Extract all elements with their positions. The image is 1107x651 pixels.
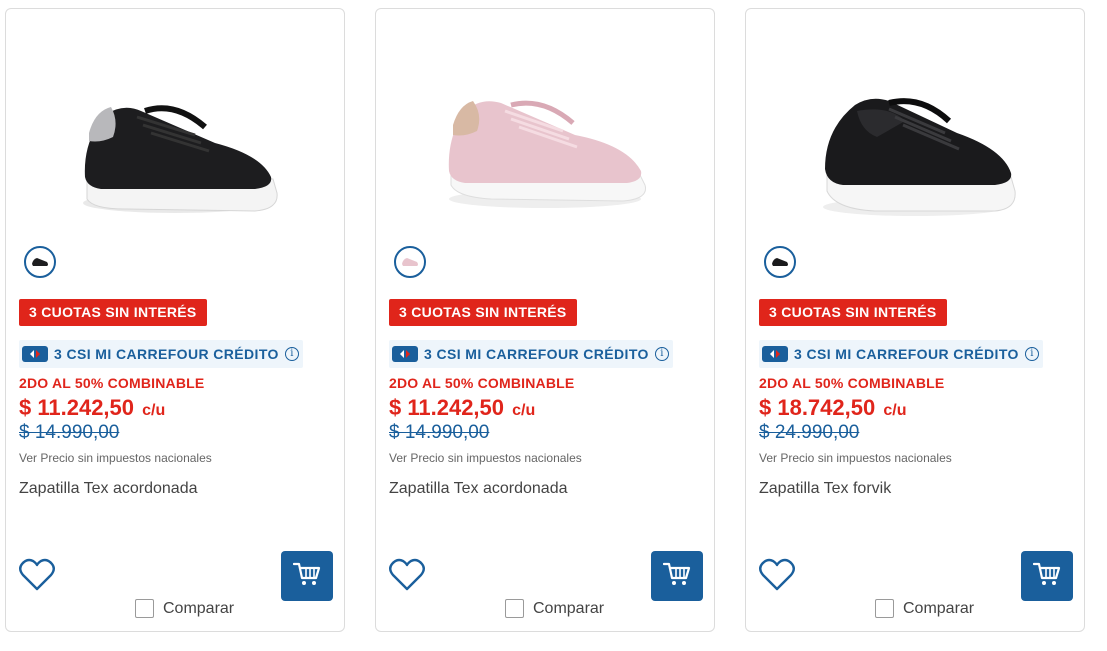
price-value: $ 11.242,50: [19, 395, 135, 420]
product-image[interactable]: [435, 81, 655, 221]
price: $ 18.742,50 c/u: [759, 395, 906, 421]
color-swatch[interactable]: [394, 246, 426, 278]
cart-icon: [292, 561, 321, 592]
old-price: $ 24.990,00: [759, 422, 860, 443]
heart-icon[interactable]: [18, 557, 56, 593]
compare-label: Comparar: [903, 599, 975, 617]
compare-label: Comparar: [533, 599, 605, 617]
promo-label: 2DO AL 50% COMBINABLE: [759, 375, 945, 391]
info-icon[interactable]: i: [1024, 347, 1039, 361]
compare-label: Comparar: [163, 599, 235, 617]
tax-note-link[interactable]: Ver Precio sin impuestos nacionales: [759, 451, 952, 465]
product-card[interactable]: 3 CUOTAS SIN INTERÉS 3 CSI MI CARREFOUR …: [375, 8, 715, 632]
compare-checkbox[interactable]: [875, 599, 894, 618]
price-unit: c/u: [142, 402, 166, 419]
heart-icon[interactable]: [758, 557, 796, 593]
product-card[interactable]: 3 CUOTAS SIN INTERÉS 3 CSI MI CARREFOUR …: [5, 8, 345, 632]
product-image[interactable]: [65, 81, 285, 221]
info-icon[interactable]: i: [284, 347, 299, 361]
carrefour-logo-icon: [22, 346, 48, 362]
carrefour-logo-icon: [762, 346, 788, 362]
credit-badge-label: 3 CSI MI CARREFOUR CRÉDITO: [54, 346, 279, 362]
promo-label: 2DO AL 50% COMBINABLE: [389, 375, 575, 391]
compare-toggle[interactable]: Comparar: [505, 599, 604, 618]
installments-badge: 3 CUOTAS SIN INTERÉS: [19, 299, 207, 326]
product-image[interactable]: [805, 81, 1025, 221]
product-name[interactable]: Zapatilla Tex acordonada: [19, 480, 198, 498]
product-card[interactable]: 3 CUOTAS SIN INTERÉS 3 CSI MI CARREFOUR …: [745, 8, 1085, 632]
carrefour-logo-icon: [392, 346, 418, 362]
credit-badge-label: 3 CSI MI CARREFOUR CRÉDITO: [424, 346, 649, 362]
tax-note-link[interactable]: Ver Precio sin impuestos nacionales: [19, 451, 212, 465]
add-to-cart-button[interactable]: [651, 551, 703, 601]
price-unit: c/u: [883, 402, 907, 419]
installments-badge: 3 CUOTAS SIN INTERÉS: [389, 299, 577, 326]
promo-label: 2DO AL 50% COMBINABLE: [19, 375, 205, 391]
old-price: $ 14.990,00: [389, 422, 490, 443]
installments-badge: 3 CUOTAS SIN INTERÉS: [759, 299, 947, 326]
compare-checkbox[interactable]: [135, 599, 154, 618]
credit-badge: 3 CSI MI CARREFOUR CRÉDITO i: [389, 340, 673, 368]
credit-badge-label: 3 CSI MI CARREFOUR CRÉDITO: [794, 346, 1019, 362]
cart-icon: [1032, 561, 1061, 592]
credit-badge: 3 CSI MI CARREFOUR CRÉDITO i: [759, 340, 1043, 368]
add-to-cart-button[interactable]: [1021, 551, 1073, 601]
compare-toggle[interactable]: Comparar: [875, 599, 974, 618]
heart-icon[interactable]: [388, 557, 426, 593]
compare-toggle[interactable]: Comparar: [135, 599, 234, 618]
price: $ 11.242,50 c/u: [19, 395, 165, 421]
price-value: $ 18.742,50: [759, 395, 876, 420]
product-name[interactable]: Zapatilla Tex forvik: [759, 480, 891, 498]
credit-badge: 3 CSI MI CARREFOUR CRÉDITO i: [19, 340, 303, 368]
compare-checkbox[interactable]: [505, 599, 524, 618]
add-to-cart-button[interactable]: [281, 551, 333, 601]
price: $ 11.242,50 c/u: [389, 395, 535, 421]
info-icon[interactable]: i: [654, 347, 669, 361]
color-swatch[interactable]: [24, 246, 56, 278]
color-swatch[interactable]: [764, 246, 796, 278]
old-price: $ 14.990,00: [19, 422, 120, 443]
tax-note-link[interactable]: Ver Precio sin impuestos nacionales: [389, 451, 582, 465]
cart-icon: [662, 561, 691, 592]
product-name[interactable]: Zapatilla Tex acordonada: [389, 480, 568, 498]
price-value: $ 11.242,50: [389, 395, 505, 420]
price-unit: c/u: [512, 402, 536, 419]
